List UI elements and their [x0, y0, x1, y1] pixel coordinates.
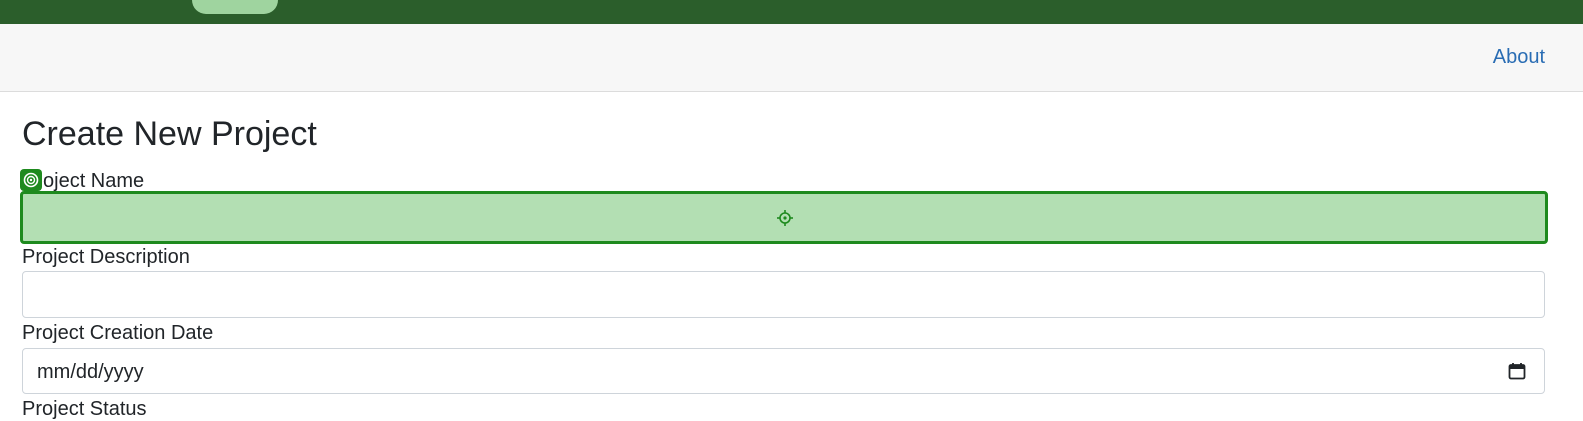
- about-link[interactable]: About: [1493, 46, 1545, 69]
- top-header-bar: [0, 0, 1583, 24]
- project-description-label: Project Description: [22, 246, 190, 268]
- page-title: Create New Project: [22, 115, 317, 153]
- crosshair-icon: [777, 210, 793, 226]
- creation-date-input[interactable]: mm/dd/yyyy: [22, 348, 1545, 394]
- target-marker-icon: [20, 169, 42, 191]
- project-status-label: Project Status: [22, 398, 147, 420]
- project-name-label: oject Name: [43, 170, 145, 192]
- project-name-input[interactable]: [20, 191, 1548, 244]
- creation-date-placeholder: mm/dd/yyyy: [37, 361, 144, 383]
- calendar-icon[interactable]: [1508, 362, 1526, 380]
- header-active-tab-pill[interactable]: [192, 0, 278, 14]
- project-description-input[interactable]: [22, 271, 1545, 318]
- creation-date-label: Project Creation Date: [22, 322, 214, 344]
- secondary-navbar: About: [0, 24, 1583, 92]
